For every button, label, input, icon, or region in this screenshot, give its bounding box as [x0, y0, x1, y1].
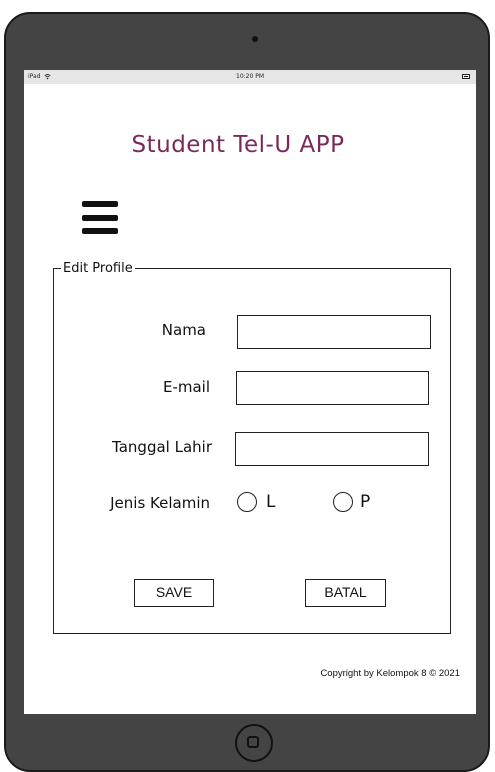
batal-button[interactable]: BATAL — [305, 579, 386, 607]
app-title: Student Tel-U APP — [131, 132, 345, 158]
hamburger-menu-icon[interactable] — [82, 201, 118, 235]
status-bar: iPad 10:20 PM — [24, 70, 476, 84]
tanggal-lahir-input[interactable] — [235, 432, 429, 466]
email-input[interactable] — [236, 371, 429, 405]
tanggal-lahir-label: Tanggal Lahir — [112, 438, 212, 456]
nama-label: Nama — [161, 321, 206, 339]
gender-radio-p[interactable] — [333, 492, 353, 512]
battery-icon — [462, 74, 470, 79]
copyright-footer: Copyright by Kelompok 8 © 2021 — [320, 668, 460, 679]
save-button[interactable]: SAVE — [134, 579, 214, 607]
jenis-kelamin-label: Jenis Kelamin — [110, 494, 210, 512]
edit-profile-legend: Edit Profile — [61, 261, 135, 276]
nama-input[interactable] — [237, 315, 431, 349]
status-time: 10:20 PM — [236, 73, 264, 80]
camera-dot — [252, 36, 258, 42]
gender-radio-l[interactable] — [237, 492, 257, 512]
gender-option-l-label: L — [266, 492, 276, 512]
email-label: E-mail — [162, 378, 210, 396]
home-button-icon[interactable] — [235, 724, 273, 762]
gender-option-p-label: P — [360, 492, 371, 512]
